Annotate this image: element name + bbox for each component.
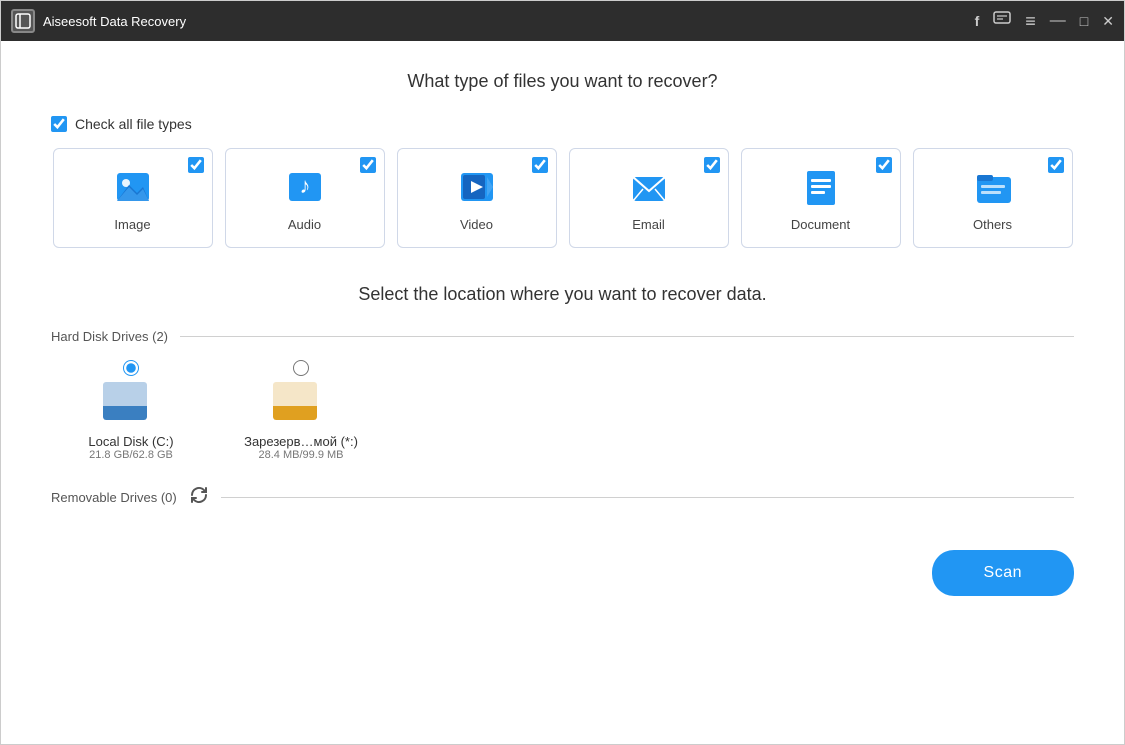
facebook-icon[interactable]: f: [975, 14, 980, 28]
removable-drives-line: [221, 497, 1074, 498]
drive-c-radio[interactable]: [123, 360, 139, 376]
svg-text:♪: ♪: [299, 173, 310, 198]
removable-drives-header: Removable Drives (0): [51, 485, 1074, 510]
minimize-icon[interactable]: —: [1050, 13, 1066, 29]
maximize-icon[interactable]: □: [1080, 14, 1088, 28]
video-label: Video: [460, 217, 493, 232]
file-types-grid: Image ♪ Audio: [51, 148, 1074, 248]
hard-disk-drives-section: Hard Disk Drives (2): [51, 329, 1074, 461]
drive-reserved-radio[interactable]: [293, 360, 309, 376]
file-type-question: What type of files you want to recover?: [51, 71, 1074, 92]
others-icon: [971, 165, 1015, 209]
removable-drives-label: Removable Drives (0): [51, 490, 177, 505]
removable-drives-section: Removable Drives (0): [51, 485, 1074, 510]
email-label: Email: [632, 217, 665, 232]
refresh-button[interactable]: [189, 485, 209, 510]
scan-button-row: Scan: [51, 534, 1074, 606]
app-icon: [11, 9, 35, 33]
chat-icon[interactable]: [993, 11, 1011, 31]
drive-reserved-body: [273, 382, 317, 420]
file-type-card-document[interactable]: Document: [741, 148, 901, 248]
scan-button[interactable]: Scan: [932, 550, 1074, 596]
drive-reserved-name: Зарезерв…мой (*:): [244, 434, 358, 449]
hard-disk-drives-label: Hard Disk Drives (2): [51, 329, 168, 344]
drive-reserved-size: 28.4 MB/99.9 MB: [259, 449, 344, 461]
main-window: Aiseesoft Data Recovery f ≡ — □ ✕ What t…: [0, 0, 1125, 745]
drive-reserved[interactable]: Зарезерв…мой (*:) 28.4 MB/99.9 MB: [231, 360, 371, 461]
drive-c-size: 21.8 GB/62.8 GB: [89, 449, 173, 461]
audio-label: Audio: [288, 217, 321, 232]
drive-c-name: Local Disk (C:): [88, 434, 173, 449]
window-controls: f ≡ — □ ✕: [975, 11, 1114, 31]
location-section: Select the location where you want to re…: [51, 284, 1074, 510]
document-checkbox[interactable]: [876, 157, 892, 173]
video-icon: [455, 165, 499, 209]
drive-c-icon-container: [103, 382, 159, 430]
drive-c-body: [103, 382, 147, 420]
drives-list: Local Disk (C:) 21.8 GB/62.8 GB: [51, 360, 1074, 461]
hard-disk-drives-header: Hard Disk Drives (2): [51, 329, 1074, 344]
file-type-card-video[interactable]: Video: [397, 148, 557, 248]
file-type-card-email[interactable]: Email: [569, 148, 729, 248]
main-content: What type of files you want to recover? …: [1, 41, 1124, 744]
video-checkbox[interactable]: [532, 157, 548, 173]
image-label: Image: [114, 217, 150, 232]
document-icon: [799, 165, 843, 209]
image-checkbox[interactable]: [188, 157, 204, 173]
window-title: Aiseesoft Data Recovery: [43, 14, 975, 29]
menu-icon[interactable]: ≡: [1025, 12, 1036, 30]
audio-icon: ♪: [283, 165, 327, 209]
check-all-checkbox[interactable]: [51, 116, 67, 132]
check-all-row: Check all file types: [51, 116, 1074, 132]
audio-checkbox[interactable]: [360, 157, 376, 173]
hard-disk-drives-line: [180, 336, 1074, 337]
email-icon: [627, 165, 671, 209]
drive-c[interactable]: Local Disk (C:) 21.8 GB/62.8 GB: [61, 360, 201, 461]
drive-reserved-icon: [273, 382, 321, 424]
others-checkbox[interactable]: [1048, 157, 1064, 173]
document-label: Document: [791, 217, 850, 232]
drive-reserved-radio-row: [293, 360, 309, 376]
file-type-card-image[interactable]: Image: [53, 148, 213, 248]
file-type-section: What type of files you want to recover? …: [51, 71, 1074, 248]
others-label: Others: [973, 217, 1012, 232]
drive-reserved-icon-container: [273, 382, 329, 430]
drive-c-icon: [103, 382, 151, 424]
image-icon: [111, 165, 155, 209]
location-question: Select the location where you want to re…: [51, 284, 1074, 305]
email-checkbox[interactable]: [704, 157, 720, 173]
close-icon[interactable]: ✕: [1102, 14, 1114, 28]
drive-c-radio-row: [123, 360, 139, 376]
file-type-card-others[interactable]: Others: [913, 148, 1073, 248]
titlebar: Aiseesoft Data Recovery f ≡ — □ ✕: [1, 1, 1124, 41]
file-type-card-audio[interactable]: ♪ Audio: [225, 148, 385, 248]
check-all-label[interactable]: Check all file types: [75, 116, 192, 132]
